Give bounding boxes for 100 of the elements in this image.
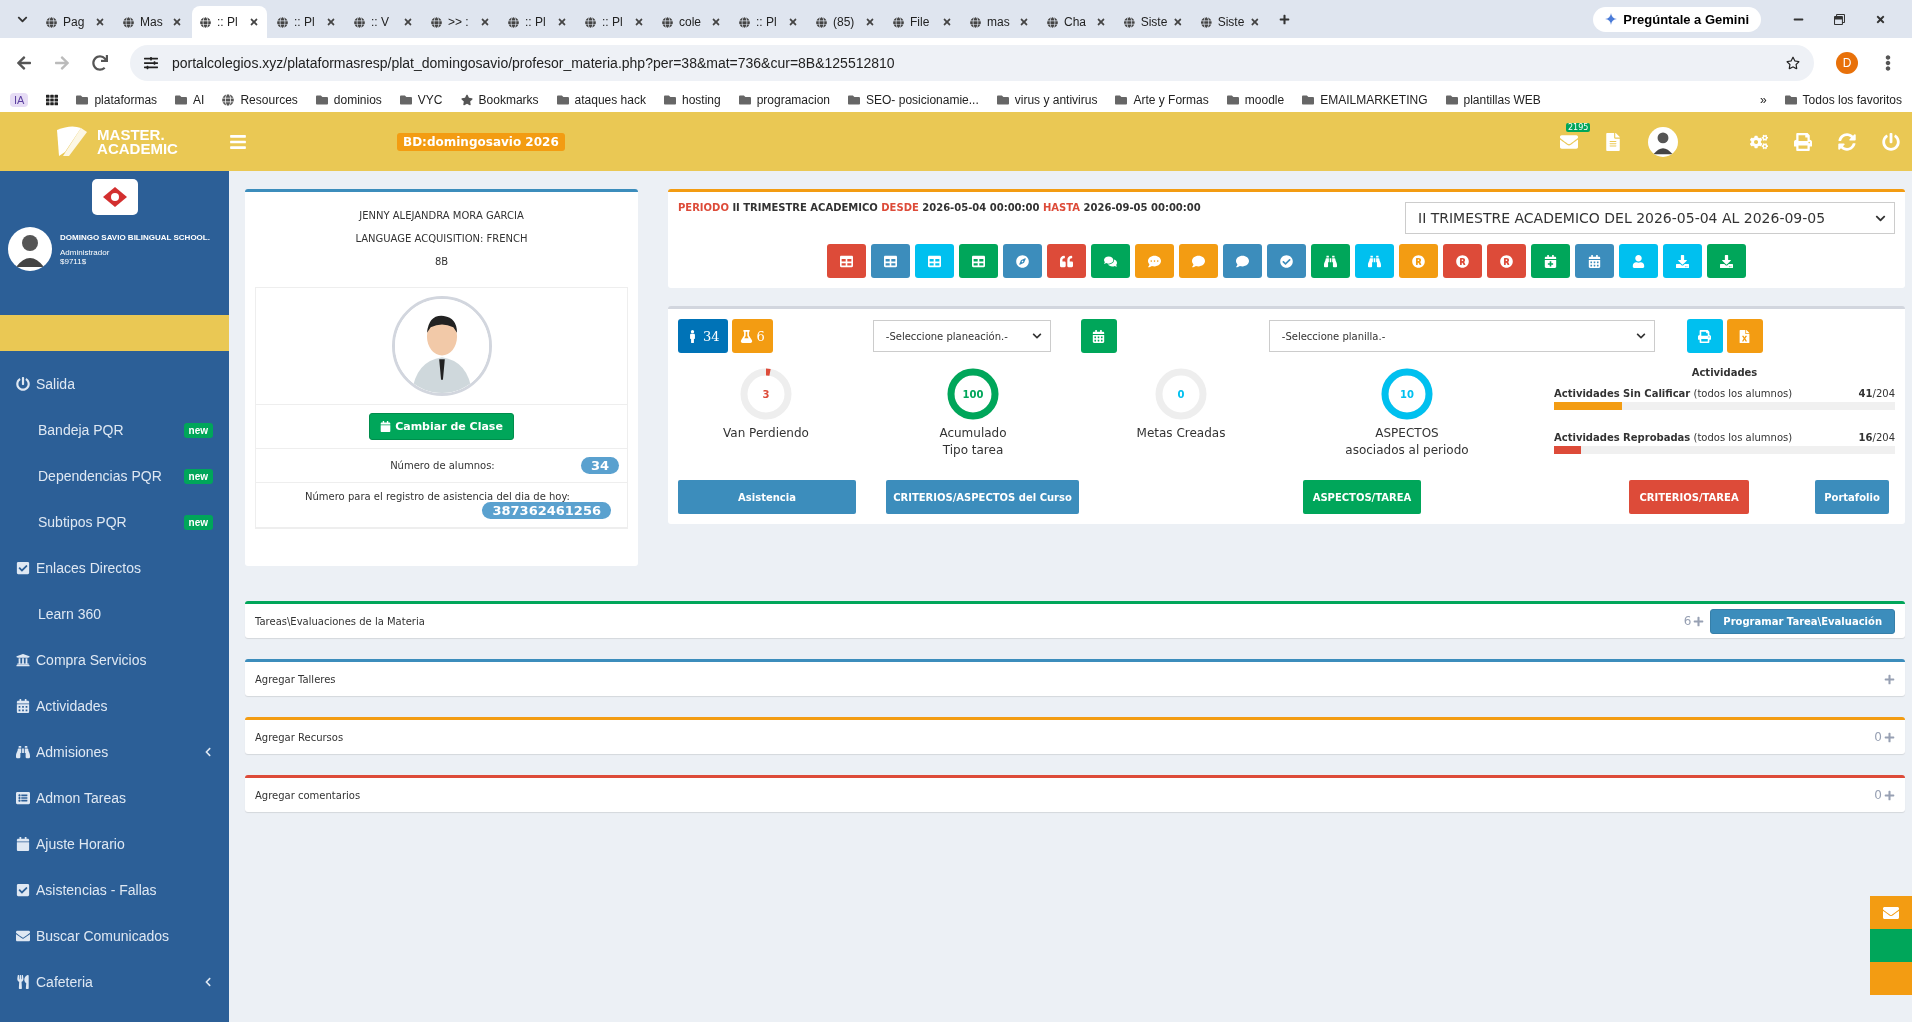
bookmark[interactable]: Todos los favoritos [1784, 93, 1902, 107]
close-icon[interactable] [249, 17, 259, 27]
bookmark[interactable]: moodle [1226, 93, 1285, 107]
sidebar-item[interactable]: Buscar Comunicados [0, 913, 229, 959]
binoculars-button[interactable] [1311, 244, 1350, 278]
calendar-button[interactable] [1575, 244, 1614, 278]
binoculars-button[interactable] [1355, 244, 1394, 278]
bookmark[interactable]: EMAILMARKETING [1302, 93, 1428, 107]
ia-button[interactable]: IA [10, 93, 29, 107]
calendar-button[interactable] [1080, 319, 1117, 353]
user-button[interactable] [1619, 244, 1658, 278]
table-button[interactable] [871, 244, 910, 278]
bookmark[interactable]: plataformas [76, 93, 158, 107]
sidebar-item[interactable]: Learn 360 [0, 591, 229, 637]
address-bar[interactable]: portalcolegios.xyz/plataformasresp/plat_domingosavio/profesor_materia.php?per=38&mat=736&cur=8B&125512810 [130, 45, 1814, 81]
check-button[interactable] [1267, 244, 1306, 278]
browser-tab[interactable]: (85) [808, 6, 883, 38]
close-icon[interactable] [1096, 17, 1106, 27]
section-bar[interactable]: Agregar comentarios 0 [245, 775, 1905, 812]
plus-icon[interactable] [1693, 615, 1705, 627]
close-icon[interactable] [557, 17, 567, 27]
sheet-select[interactable]: -Seleccione planilla.- [1268, 320, 1655, 352]
star-icon[interactable] [1786, 56, 1800, 70]
bookmark[interactable]: programacion [738, 93, 831, 107]
bookmark[interactable]: plantillas WEB [1445, 93, 1541, 107]
section-bar[interactable]: Agregar Recursos 0 [245, 717, 1905, 754]
back-icon[interactable] [16, 55, 32, 71]
calendar-plus-button[interactable] [1531, 244, 1570, 278]
close-icon[interactable] [1019, 17, 1029, 27]
browser-tab[interactable]: :: Pl [192, 6, 267, 38]
plus-icon[interactable] [1884, 731, 1895, 743]
close-icon[interactable] [634, 17, 644, 27]
bookmark[interactable]: Bookmarks [460, 93, 539, 107]
comment-button[interactable] [1179, 244, 1218, 278]
sidebar-item[interactable]: Actividades [0, 683, 229, 729]
bookmark[interactable]: hosting [663, 93, 721, 107]
sidebar-item[interactable]: Salida [0, 361, 229, 407]
registered-button[interactable] [1487, 244, 1526, 278]
bookmark[interactable]: Arte y Formas [1115, 93, 1209, 107]
planning-select[interactable]: -Seleccione planeación.- [872, 320, 1051, 352]
sidebar-item[interactable]: Subtipos PQR new [0, 499, 229, 545]
schedule-button[interactable]: Programar Tarea\Evaluación [1710, 608, 1895, 634]
sidebar-item[interactable]: Cafeteria [0, 959, 229, 1005]
sidebar-item[interactable]: Dependencias PQR new [0, 453, 229, 499]
sidebar-item[interactable]: Admisiones [0, 729, 229, 775]
sidebar-item[interactable]: Bandeja PQR new [0, 407, 229, 453]
sidebar-item[interactable]: Ajuste Horario [0, 821, 229, 867]
chat-button[interactable] [1091, 244, 1130, 278]
period-select[interactable]: II TRIMESTRE ACADEMICO DEL 2026-05-04 AL 2026-09-05 [1405, 202, 1895, 234]
browser-tab[interactable]: Siste [1116, 6, 1191, 38]
site-settings-icon[interactable] [144, 56, 158, 70]
browser-tab[interactable]: :: Pl [731, 6, 806, 38]
reload-icon[interactable] [92, 55, 108, 71]
browser-tab[interactable]: :: Pl [577, 6, 652, 38]
browser-tab[interactable]: mas [962, 6, 1037, 38]
sidebar-item[interactable]: Compra Servicios [0, 637, 229, 683]
close-icon[interactable] [865, 17, 875, 27]
browser-tab[interactable]: Cha [1039, 6, 1114, 38]
comment-button[interactable] [1135, 244, 1174, 278]
bookmark[interactable]: SEO- posicionamie... [848, 93, 979, 107]
bookmark[interactable]: dominios [315, 93, 382, 107]
registered-button[interactable] [1399, 244, 1438, 278]
table-button[interactable] [827, 244, 866, 278]
compass-button[interactable] [1003, 244, 1042, 278]
excel-button[interactable] [1726, 319, 1763, 353]
section-bar[interactable]: Agregar Talleres [245, 659, 1905, 696]
close-icon[interactable] [480, 17, 490, 27]
registered-button[interactable] [1443, 244, 1482, 278]
close-icon[interactable] [95, 17, 105, 27]
browser-tab[interactable]: Pag [38, 6, 113, 38]
close-icon[interactable] [172, 17, 182, 27]
plus-icon[interactable] [1884, 673, 1895, 685]
bookmark[interactable]: ataques hack [556, 93, 646, 107]
close-icon[interactable] [711, 17, 721, 27]
close-icon[interactable] [403, 17, 413, 27]
action-button[interactable]: CRITERIOS/ASPECTOS del Curso [886, 480, 1079, 514]
sidebar-item[interactable]: Asistencias - Fallas [0, 867, 229, 913]
browser-tab[interactable]: :: Pl [269, 6, 344, 38]
action-button[interactable]: Asistencia [678, 480, 856, 514]
restore-icon[interactable] [1834, 13, 1845, 25]
table-button[interactable] [959, 244, 998, 278]
more-bookmarks-button[interactable]: » [1759, 93, 1767, 107]
close-icon[interactable] [326, 17, 336, 27]
download-button[interactable] [1707, 244, 1746, 278]
sidebar-item[interactable]: Admon Tareas [0, 775, 229, 821]
browser-tab[interactable]: >> : [423, 6, 498, 38]
bookmark[interactable]: AI [175, 93, 205, 107]
students-button[interactable]: 34 [678, 319, 728, 353]
forward-icon[interactable] [54, 55, 70, 71]
user-avatar[interactable] [1648, 126, 1678, 157]
browser-tab[interactable]: File [885, 6, 960, 38]
browser-tab[interactable]: Siste [1193, 6, 1268, 38]
mail-button[interactable] [1870, 896, 1912, 929]
apps-icon[interactable] [46, 94, 59, 106]
browser-tab[interactable]: Mas [115, 6, 190, 38]
bookmark[interactable]: virus y antivirus [996, 93, 1098, 107]
action-button[interactable]: CRITERIOS/TAREA [1629, 480, 1749, 514]
browser-tab[interactable]: :: V [346, 6, 421, 38]
browser-tab[interactable]: cole [654, 6, 729, 38]
sidebar-item[interactable]: Enlaces Directos [0, 545, 229, 591]
